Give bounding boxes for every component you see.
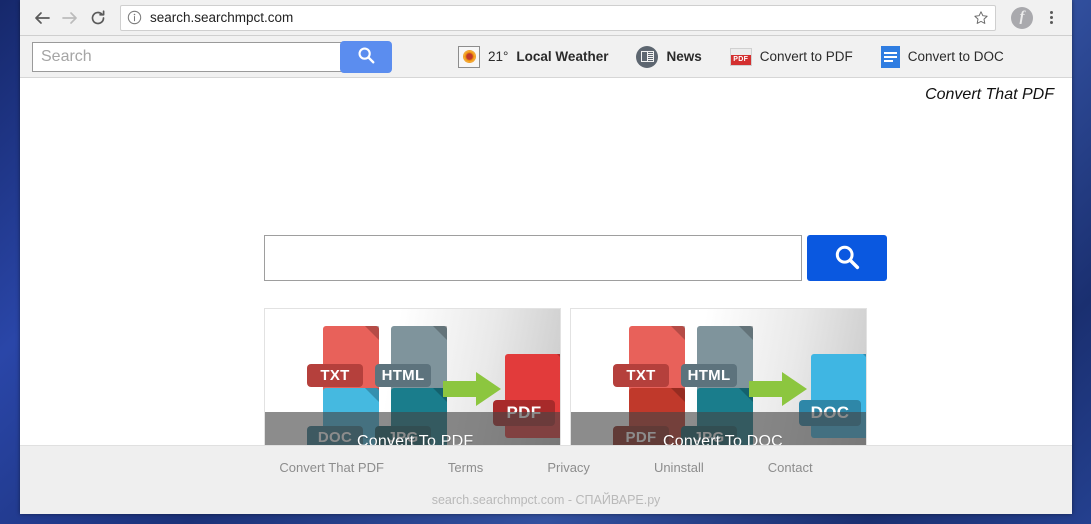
toolbar-search-group	[32, 40, 392, 73]
sun-weather-icon	[458, 45, 480, 68]
magnifier-icon	[832, 242, 862, 275]
promo-card-convert-to-doc[interactable]: TXT HTML PDF JPG	[570, 308, 867, 468]
browser-extension-icon[interactable]: f	[1011, 6, 1033, 29]
footer-links: Convert That PDF Terms Privacy Uninstall…	[20, 446, 1072, 475]
file-label: HTML	[375, 364, 431, 387]
browser-toolbar: search.searchmpct.com f	[20, 0, 1072, 36]
file-label: TXT	[307, 364, 363, 387]
footer-link-uninstall[interactable]: Uninstall	[654, 460, 704, 475]
reload-button[interactable]	[84, 4, 112, 32]
toolbar-search-button[interactable]	[340, 40, 392, 73]
star-icon[interactable]	[973, 10, 989, 26]
chrome-menu-button[interactable]	[1040, 5, 1062, 31]
url-text: search.searchmpct.com	[150, 10, 294, 25]
footer-link-terms[interactable]: Terms	[448, 460, 483, 475]
page-content: Convert That PDF TXT HTML Convert To PDF…	[20, 78, 1072, 514]
magnifier-icon	[356, 45, 376, 68]
green-arrow-icon	[749, 372, 807, 406]
footer-link-convert-that-pdf[interactable]: Convert That PDF	[279, 460, 384, 475]
convert-to-doc-label: Convert to DOC	[907, 49, 1004, 64]
newspaper-icon	[636, 45, 659, 68]
page-title: Convert That PDF	[925, 86, 1054, 103]
extension-toolbar: 21° Local Weather News PDF Convert to PD…	[20, 36, 1072, 78]
page-footer: Convert That PDF Terms Privacy Uninstall…	[20, 445, 1072, 514]
footer-watermark: search.searchmpct.com - СПАЙВАРЕ.ру	[431, 493, 661, 507]
weather-label: Local Weather	[516, 49, 609, 64]
file-label: TXT	[613, 364, 669, 387]
forward-arrow-icon	[61, 9, 79, 27]
main-search-input[interactable]	[264, 235, 802, 281]
back-arrow-icon	[33, 9, 51, 27]
promo-cards: TXT HTML DOC JPG	[264, 308, 867, 468]
toolbar-search-input[interactable]	[32, 41, 342, 72]
main-search-button[interactable]	[807, 235, 887, 281]
footer-link-privacy[interactable]: Privacy	[547, 460, 590, 475]
convert-to-pdf-label: Convert to PDF	[759, 49, 853, 64]
doc-file-icon	[880, 45, 900, 68]
toolbar-link-news[interactable]: News	[636, 45, 702, 68]
browser-window: search.searchmpct.com f 21° Local Weathe…	[20, 0, 1072, 514]
footer-link-contact[interactable]: Contact	[768, 460, 813, 475]
address-bar[interactable]: search.searchmpct.com	[120, 4, 996, 31]
file-label: HTML	[681, 364, 737, 387]
news-label: News	[666, 49, 702, 64]
three-dot-menu-icon	[1049, 11, 1053, 14]
info-circle-icon[interactable]	[127, 10, 142, 25]
forward-button[interactable]	[56, 4, 84, 32]
weather-temperature: 21°	[488, 49, 509, 64]
main-search-group	[264, 235, 887, 281]
toolbar-link-local-weather[interactable]: 21° Local Weather	[458, 45, 609, 68]
green-arrow-icon	[443, 372, 501, 406]
toolbar-link-convert-to-doc[interactable]: Convert to DOC	[880, 45, 1004, 68]
reload-icon	[89, 9, 107, 27]
toolbar-link-convert-to-pdf[interactable]: PDF Convert to PDF	[729, 47, 853, 66]
promo-card-convert-to-pdf[interactable]: TXT HTML DOC JPG	[264, 308, 561, 468]
pdf-file-icon: PDF	[729, 47, 752, 66]
back-button[interactable]	[28, 4, 56, 32]
